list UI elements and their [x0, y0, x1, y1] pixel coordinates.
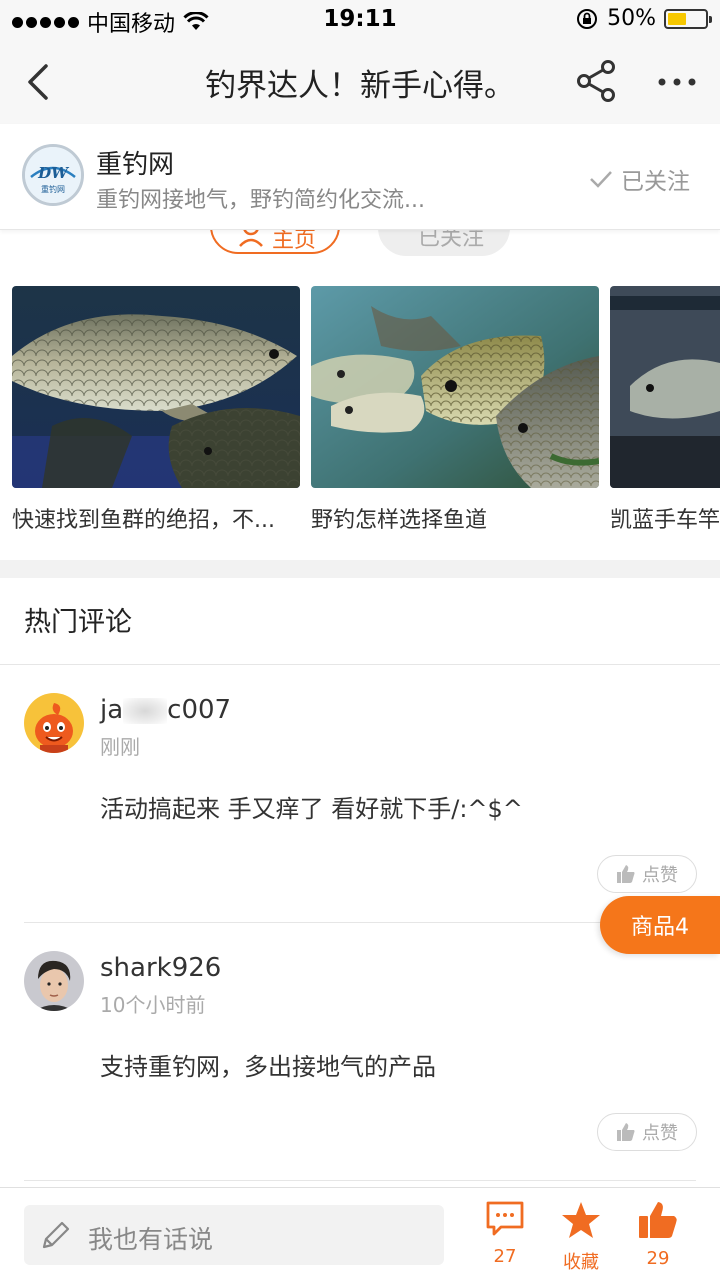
like-button[interactable]: 点赞: [597, 1113, 697, 1151]
logo-image: DW 重钓网: [25, 147, 81, 203]
avatar[interactable]: [24, 693, 84, 753]
article-thumbnail[interactable]: [311, 286, 599, 488]
favorite-button[interactable]: 收藏: [546, 1200, 616, 1274]
account-header[interactable]: DW 重钓网 重钓网 重钓网接地气，野钓简约化交流... 已关注: [0, 124, 720, 230]
divider: [24, 1180, 696, 1181]
article-caption[interactable]: 凯蓝手车竿: [610, 502, 720, 534]
battery-fill: [668, 12, 686, 25]
status-right: 50%: [575, 6, 712, 31]
checkmark-icon: [590, 171, 612, 188]
page-title: 钓界达人！新手心得。: [205, 68, 515, 104]
rotation-lock-icon: [577, 8, 598, 29]
section-divider: [0, 560, 720, 578]
nav-bar: 钓界达人！新手心得。: [0, 40, 720, 124]
like-label: 点赞: [642, 1123, 678, 1144]
products-tab[interactable]: 商品4: [600, 896, 720, 954]
comment-time: 10个小时前: [100, 993, 206, 1017]
back-button[interactable]: [20, 58, 60, 106]
like-label: 点赞: [642, 865, 678, 886]
comment-item: shark926 10个小时前 支持重钓网，多出接地气的产品 点赞: [0, 923, 720, 1181]
profile-buttons-row: 主页 已关注: [0, 230, 720, 260]
chevron-left-icon: [28, 64, 48, 100]
like-button[interactable]: 点赞: [597, 855, 697, 893]
article-thumbnail[interactable]: [12, 286, 300, 488]
share-icon: [577, 60, 615, 102]
username-suffix: c007: [167, 695, 232, 725]
article-caption[interactable]: 快速找到鱼群的绝招，不...: [12, 502, 300, 534]
share-button[interactable]: [574, 58, 620, 104]
article-thumbnail[interactable]: [610, 286, 720, 488]
comment-username[interactable]: shark926: [100, 953, 221, 983]
account-logo[interactable]: DW 重钓网: [22, 144, 84, 206]
like-article-button[interactable]: 29: [623, 1200, 693, 1269]
person-icon: [239, 230, 263, 247]
comments-button[interactable]: 27: [470, 1200, 540, 1267]
username-redaction: [123, 697, 168, 724]
username-prefix: ja: [100, 695, 124, 725]
home-page-button[interactable]: 主页: [210, 230, 340, 254]
comment-text: 活动搞起来 手又痒了 看好就下手/:^$^: [100, 795, 523, 823]
followed-label: 已关注: [418, 230, 485, 251]
reply-input[interactable]: 我也有话说: [24, 1205, 444, 1265]
home-page-label: 主页: [272, 230, 317, 253]
comment-text: 支持重钓网，多出接地气的产品: [100, 1053, 436, 1081]
comment-bubble-icon: [486, 1201, 524, 1236]
account-name[interactable]: 重钓网: [96, 144, 174, 181]
article-caption[interactable]: 野钓怎样选择鱼道: [311, 502, 599, 534]
comment-time: 刚刚: [100, 735, 140, 759]
logo-text: DW: [37, 164, 70, 182]
more-button[interactable]: [654, 62, 700, 102]
thumbs-up-icon: [617, 865, 635, 883]
more-dots-icon: [658, 78, 696, 86]
bottom-bar: 我也有话说 27 收藏 29: [0, 1187, 720, 1280]
comment-username[interactable]: ja c007: [100, 695, 231, 725]
thumbs-up-icon: [639, 1202, 677, 1238]
related-articles: 快速找到鱼群的绝招，不... 野钓怎样选择鱼道 凯蓝手车竿: [0, 286, 720, 546]
avatar[interactable]: [24, 951, 84, 1011]
status-bar: 中国移动 19:11 50%: [0, 0, 720, 40]
comment-count: 27: [493, 1246, 517, 1267]
battery-icon: [664, 8, 712, 29]
hot-comments-title: 热门评论: [24, 607, 132, 638]
follow-status-label: 已关注: [621, 169, 690, 195]
comment-item: ja c007 刚刚 活动搞起来 手又痒了 看好就下手/:^$^ 点赞: [0, 665, 720, 923]
account-description: 重钓网接地气，野钓简约化交流...: [96, 188, 425, 213]
article-card[interactable]: 快速找到鱼群的绝招，不...: [12, 286, 300, 534]
battery-percent: 50%: [607, 6, 656, 31]
article-card[interactable]: 凯蓝手车竿: [610, 286, 720, 534]
thumbs-up-icon: [617, 1123, 635, 1141]
follow-status-button[interactable]: 已关注: [589, 162, 690, 196]
favorite-label: 收藏: [563, 1252, 599, 1273]
logo-subtext: 重钓网: [41, 184, 65, 194]
article-card[interactable]: 野钓怎样选择鱼道: [311, 286, 599, 534]
pencil-icon: [42, 1221, 70, 1249]
star-icon: [562, 1202, 600, 1238]
like-count: 29: [646, 1248, 670, 1269]
reply-placeholder: 我也有话说: [88, 1225, 214, 1254]
followed-button[interactable]: 已关注: [378, 230, 510, 256]
